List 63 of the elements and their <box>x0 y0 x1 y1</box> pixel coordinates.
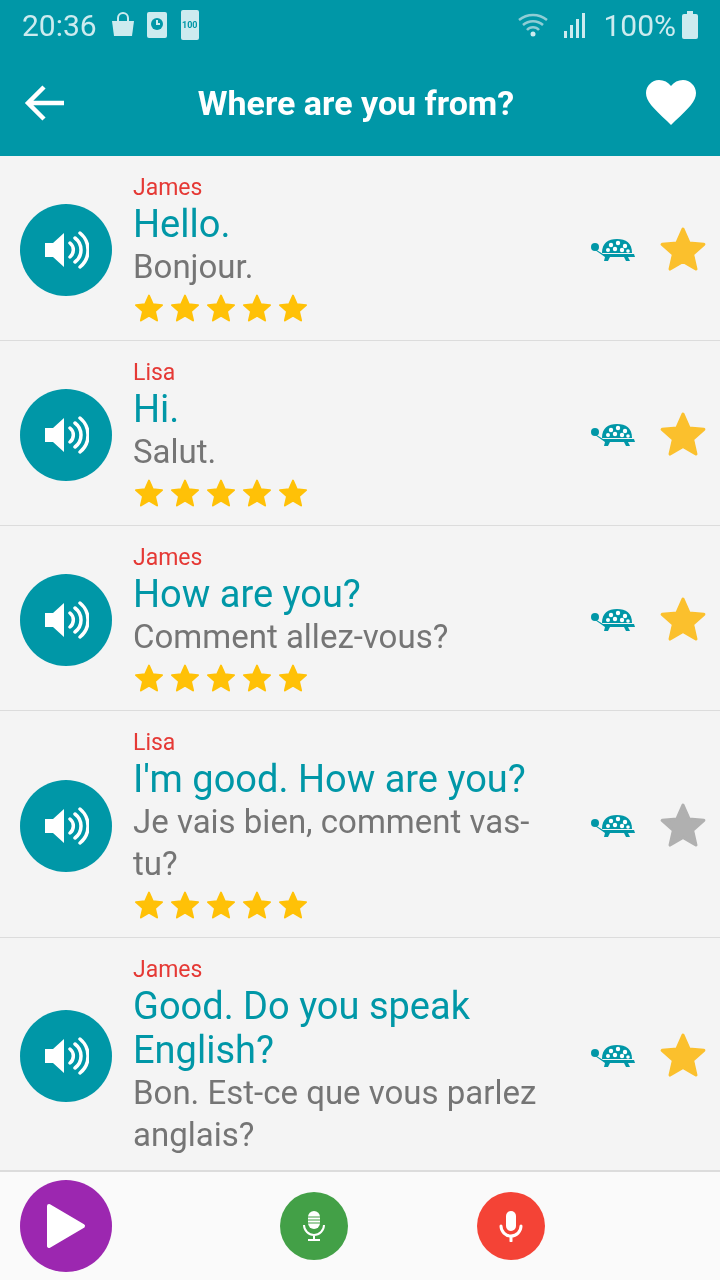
phrase-row[interactable]: James How are you? Comment allez-vous? <box>0 526 720 711</box>
play-icon <box>46 1203 86 1249</box>
star-icon <box>277 293 309 323</box>
star-icon <box>277 663 309 693</box>
speaker-icon <box>43 806 89 846</box>
speaker-icon <box>43 415 89 455</box>
star-icon <box>277 890 309 920</box>
translation-text: Comment allez-vous? <box>133 616 450 658</box>
phrase-text: Hi. <box>133 387 181 431</box>
star-icon <box>241 663 273 693</box>
star-icon <box>169 293 201 323</box>
turtle-icon[interactable] <box>590 1043 636 1069</box>
phrase-row[interactable]: James Good. Do you speak English? Bon. Est-ce que vous parlez anglais? <box>0 938 720 1171</box>
star-icon <box>169 890 201 920</box>
star-icon <box>133 663 165 693</box>
battery-saver-icon: 100 <box>180 10 199 40</box>
star-icon <box>241 478 273 508</box>
microphone-icon <box>301 1210 326 1242</box>
phrase-text: How are you? <box>133 572 362 616</box>
star-icon <box>277 478 309 508</box>
battery-percentage: 100% <box>603 7 676 43</box>
speaker-name: James <box>133 174 204 202</box>
turtle-icon[interactable] <box>590 237 636 263</box>
microphone-icon <box>499 1210 524 1242</box>
speaker-icon <box>43 1036 89 1076</box>
battery-icon <box>682 11 698 39</box>
star-icon <box>133 293 165 323</box>
clock-icon <box>146 12 167 38</box>
speaker-name: James <box>133 956 204 984</box>
shopping-bag-icon <box>110 12 135 38</box>
phrase-row[interactable]: James Hello. Bonjour. <box>0 156 720 341</box>
speaker-name: Lisa <box>133 729 177 757</box>
star-icon <box>133 478 165 508</box>
speaker-name: Lisa <box>133 359 177 387</box>
turtle-icon[interactable] <box>590 813 636 839</box>
phrase-text: I'm good. How are you? <box>133 757 527 801</box>
back-arrow-icon[interactable] <box>24 84 66 122</box>
phrase-row[interactable]: Lisa I'm good. How are you? Je vais bien, comment vas-tu? <box>0 711 720 938</box>
star-icon <box>169 478 201 508</box>
speaker-icon <box>43 600 89 640</box>
star-icon <box>241 293 273 323</box>
translation-text: Bon. Est-ce que vous parlez anglais? <box>133 1072 538 1156</box>
translation-text: Bonjour. <box>133 246 255 288</box>
star-icon <box>205 293 237 323</box>
star-icon <box>205 663 237 693</box>
translation-text: Salut. <box>133 431 218 473</box>
heart-icon[interactable] <box>646 80 696 126</box>
speaker-icon <box>43 230 89 270</box>
star-icon <box>169 663 201 693</box>
star-icon <box>205 890 237 920</box>
phrase-text: Hello. <box>133 202 232 246</box>
star-icon <box>205 478 237 508</box>
turtle-icon[interactable] <box>590 607 636 633</box>
star-icon <box>133 890 165 920</box>
screen-title: Where are you from? <box>196 83 516 123</box>
star-icon <box>241 890 273 920</box>
turtle-icon[interactable] <box>590 422 636 448</box>
speaker-name: James <box>133 544 204 572</box>
phrase-text: Good. Do you speak English? <box>133 984 471 1072</box>
phrase-row[interactable]: Lisa Hi. Salut. <box>0 341 720 526</box>
signal-icon <box>563 12 588 38</box>
translation-text: Je vais bien, comment vas-tu? <box>133 801 531 885</box>
status-time: 20:36 <box>22 7 97 43</box>
